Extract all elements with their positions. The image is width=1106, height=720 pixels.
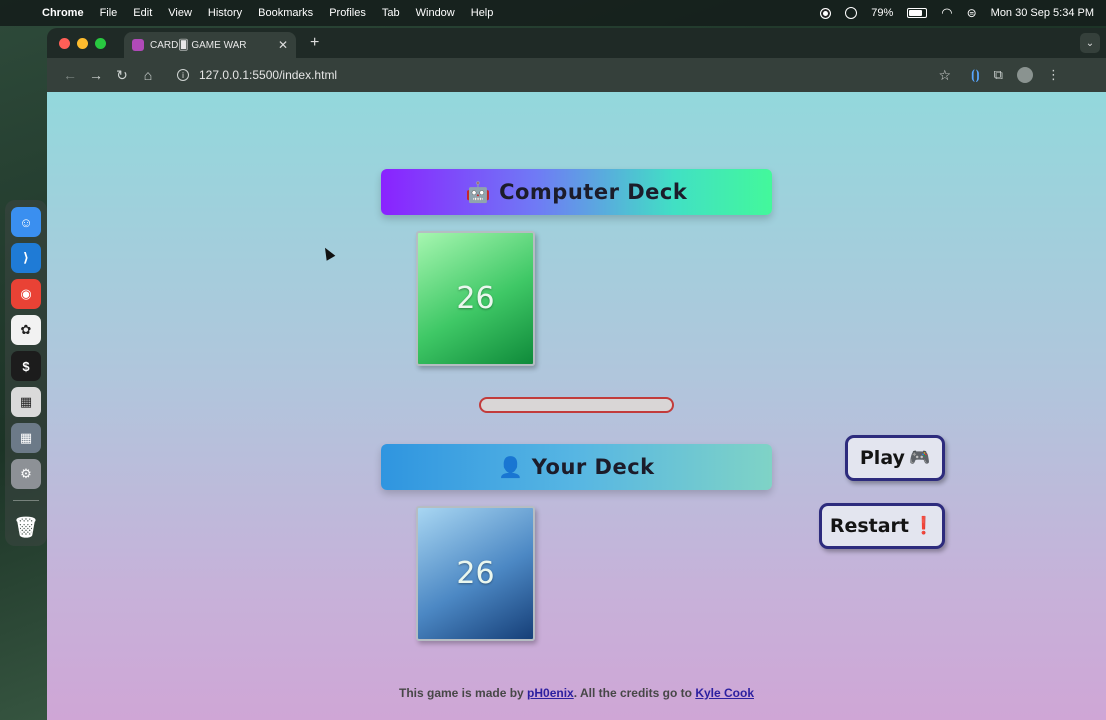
menu-window[interactable]: Window xyxy=(416,7,455,19)
author-link[interactable]: pH0enix xyxy=(527,686,574,700)
tab-bar: CARD🂠 GAME WAR ✕ + ⌄ xyxy=(47,28,1106,58)
clock[interactable]: Mon 30 Sep 5:34 PM xyxy=(991,7,1094,19)
window-controls xyxy=(59,37,106,49)
battery-percent: 79% xyxy=(871,7,894,19)
screen-record-icon[interactable] xyxy=(820,7,832,19)
footer-middle: . All the credits go to xyxy=(573,686,696,700)
site-info-icon[interactable]: i xyxy=(177,69,189,81)
browser-window: CARD🂠 GAME WAR ✕ + ⌄ ← → ↻ ⌂ i 127.0.0.1… xyxy=(47,28,1106,720)
profile-avatar[interactable] xyxy=(1016,67,1033,83)
address-bar[interactable]: i 127.0.0.1:5500/index.html ☆ xyxy=(169,63,959,87)
status-area: 79% ◠ ⊜ Mon 30 Sep 5:34 PM xyxy=(820,5,1094,21)
computer-deck-header: 🤖 Computer Deck xyxy=(381,169,772,215)
menu-app-chrome[interactable]: Chrome xyxy=(42,7,84,19)
live-server-icon[interactable]: ⦗⦘ xyxy=(971,67,980,83)
menu-bar: Chrome File Edit View History Bookmarks … xyxy=(0,0,1106,26)
player-deck-card: 26 xyxy=(416,506,535,641)
tab-close-icon[interactable]: ✕ xyxy=(278,38,288,52)
chrome-icon[interactable]: ◉ xyxy=(11,279,41,309)
menu-help[interactable]: Help xyxy=(471,7,494,19)
tab-search-icon[interactable]: ⌄ xyxy=(1080,33,1100,53)
wifi-icon[interactable]: ◠ xyxy=(941,5,952,21)
calculator-icon[interactable]: ▦ xyxy=(11,387,41,417)
player-card-count: 26 xyxy=(456,556,495,591)
reload-icon[interactable]: ↻ xyxy=(109,67,135,84)
tab-card-game-war[interactable]: CARD🂠 GAME WAR ✕ xyxy=(124,32,296,58)
forward-icon[interactable]: → xyxy=(83,67,109,83)
computer-deck-title: Computer Deck xyxy=(499,180,688,204)
gamepad-icon: 🎮 xyxy=(908,448,931,468)
round-result xyxy=(479,397,674,413)
footer-prefix: This game is made by xyxy=(399,686,528,700)
system-settings-icon[interactable]: ⚙ xyxy=(11,459,41,489)
dock-separator xyxy=(13,500,39,501)
battery-icon[interactable] xyxy=(907,8,928,18)
battery-fill xyxy=(909,10,922,16)
bookmark-star-icon[interactable]: ☆ xyxy=(938,67,951,84)
terminal-icon[interactable]: $ xyxy=(11,351,41,381)
user-icon: 👤 xyxy=(498,455,524,479)
menu-history[interactable]: History xyxy=(208,7,242,19)
menu-tab[interactable]: Tab xyxy=(382,7,400,19)
tab-favicon-icon xyxy=(132,39,144,51)
computer-deck-card: 26 xyxy=(416,231,535,366)
page-viewport: 🤖 Computer Deck 26 👤 Your Deck 26 Play 🎮… xyxy=(47,92,1106,720)
trash-icon[interactable]: 🗑 xyxy=(11,512,41,542)
toolbar-icons: ⦗⦘ ⧉ ⋮ xyxy=(971,67,1060,83)
new-tab-icon[interactable]: + xyxy=(310,34,319,52)
minimize-window-button[interactable] xyxy=(77,37,88,49)
robot-icon: 🤖 xyxy=(465,180,492,204)
restart-label: Restart xyxy=(829,515,909,537)
back-icon[interactable]: ← xyxy=(57,67,83,83)
dock: ☺ ⟩ ◉ ✿ $ ▦ ▦ ⚙ 🗑 xyxy=(5,200,47,546)
browser-toolbar: ← → ↻ ⌂ i 127.0.0.1:5500/index.html ☆ ⦗⦘… xyxy=(47,58,1106,92)
vscode-icon[interactable]: ⟩ xyxy=(11,243,41,273)
mouse-cursor xyxy=(320,245,336,261)
menu-view[interactable]: View xyxy=(168,7,192,19)
launchpad-icon[interactable]: ▦ xyxy=(11,423,41,453)
player-deck-title: Your Deck xyxy=(531,455,655,479)
maximize-window-button[interactable] xyxy=(95,37,106,49)
control-center-icon[interactable]: ⊜ xyxy=(967,6,977,20)
home-icon[interactable]: ⌂ xyxy=(135,67,161,83)
finder-icon[interactable]: ☺ xyxy=(11,207,41,237)
restart-button[interactable]: Restart ❗ xyxy=(819,503,945,549)
footer-credits: This game is made by pH0enix. All the cr… xyxy=(47,686,1106,700)
tab-title: CARD🂠 GAME WAR xyxy=(150,39,247,51)
credit-link[interactable]: Kyle Cook xyxy=(695,686,754,700)
menu-file[interactable]: File xyxy=(100,7,118,19)
close-window-button[interactable] xyxy=(59,37,70,49)
play-label: Play xyxy=(859,447,905,469)
exclamation-icon: ❗ xyxy=(913,516,935,536)
chatgpt-icon[interactable]: ✿ xyxy=(11,315,41,345)
play-button[interactable]: Play 🎮 xyxy=(845,435,945,481)
computer-card-count: 26 xyxy=(456,281,495,316)
browser-menu-icon[interactable]: ⋮ xyxy=(1047,67,1060,83)
url-text: 127.0.0.1:5500/index.html xyxy=(199,68,338,82)
menu-bookmarks[interactable]: Bookmarks xyxy=(258,7,313,19)
extensions-icon[interactable]: ⧉ xyxy=(994,67,1003,83)
player-deck-header: 👤 Your Deck xyxy=(381,444,772,490)
menu-edit[interactable]: Edit xyxy=(133,7,152,19)
menu-profiles[interactable]: Profiles xyxy=(329,7,366,19)
chatgpt-menu-icon[interactable] xyxy=(845,7,858,19)
